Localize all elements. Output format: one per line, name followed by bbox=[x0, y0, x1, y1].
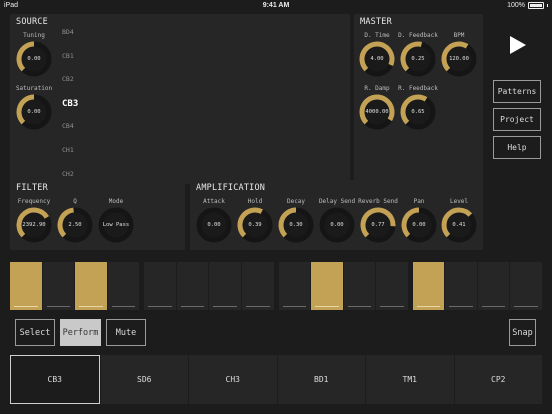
track-bd1[interactable]: BD1 bbox=[277, 355, 365, 404]
patterns-button[interactable]: Patterns bbox=[493, 80, 541, 103]
filter-title: FILTER bbox=[16, 183, 48, 193]
knob-label: BPM bbox=[453, 32, 465, 39]
track-cp2[interactable]: CP2 bbox=[454, 355, 542, 404]
step-pad[interactable] bbox=[241, 262, 274, 310]
step-pad[interactable] bbox=[343, 262, 376, 310]
channel-list: BD4 CB1 CB2 CB3 CB4 CH1 CH2 bbox=[62, 28, 102, 193]
step-marker bbox=[14, 306, 38, 307]
select-button[interactable]: Select bbox=[15, 319, 55, 346]
step-marker bbox=[79, 306, 103, 307]
mute-button[interactable]: Mute bbox=[106, 319, 146, 346]
status-bar: iPad 9:41 AM 100% bbox=[0, 0, 552, 11]
help-button[interactable]: Help bbox=[493, 136, 541, 159]
knob-value: 120.00 bbox=[449, 56, 469, 62]
step-pad[interactable] bbox=[445, 262, 477, 310]
knob-tuning[interactable]: Tuning 0.00 bbox=[0, 31, 69, 77]
step-marker bbox=[46, 306, 71, 307]
knob-label: Saturation bbox=[15, 85, 53, 92]
step-marker bbox=[245, 306, 270, 307]
step-pad[interactable] bbox=[176, 262, 209, 310]
step-marker bbox=[481, 306, 506, 307]
channel-item[interactable]: CB3 bbox=[62, 99, 102, 123]
amplification-title: AMPLIFICATION bbox=[196, 183, 266, 193]
step-marker bbox=[514, 306, 538, 307]
step-sequencer bbox=[10, 262, 542, 310]
play-icon[interactable] bbox=[510, 36, 526, 54]
track-selector: CB3 SD6 CH3 BD1 TM1 CP2 bbox=[10, 355, 542, 404]
track-cb3[interactable]: CB3 bbox=[10, 355, 100, 404]
step-pad[interactable] bbox=[209, 262, 241, 310]
knob-level[interactable]: Level 0.41 bbox=[424, 197, 494, 243]
knob-label: Tuning bbox=[23, 32, 45, 39]
step-marker bbox=[347, 306, 372, 307]
channel-item[interactable]: CB2 bbox=[62, 75, 102, 99]
step-marker bbox=[380, 306, 404, 307]
clock: 9:41 AM bbox=[262, 2, 290, 9]
battery-status: 100% bbox=[507, 2, 548, 9]
battery-tip-icon bbox=[547, 4, 548, 7]
step-pad[interactable] bbox=[10, 262, 42, 310]
step-marker bbox=[416, 306, 441, 307]
step-marker bbox=[148, 306, 172, 307]
step-pad[interactable] bbox=[75, 262, 107, 310]
track-tm1[interactable]: TM1 bbox=[366, 355, 454, 404]
knob-mode[interactable]: Mode Low Pass bbox=[81, 197, 151, 243]
knob-bpm[interactable]: BPM 120.00 bbox=[424, 31, 494, 77]
battery-icon bbox=[528, 2, 544, 9]
step-pad[interactable] bbox=[144, 262, 176, 310]
step-pad[interactable] bbox=[311, 262, 343, 310]
master-title: MASTER bbox=[360, 17, 392, 27]
knob-saturation[interactable]: Saturation 0.00 bbox=[0, 84, 69, 130]
knob-value: 0.65 bbox=[411, 109, 425, 115]
step-group-divider bbox=[408, 262, 412, 310]
snap-button[interactable]: Snap bbox=[509, 319, 536, 346]
track-sd6[interactable]: SD6 bbox=[100, 355, 188, 404]
step-pad[interactable] bbox=[510, 262, 542, 310]
knob-r-feedback[interactable]: R. Feedback 0.65 bbox=[383, 84, 453, 130]
project-button[interactable]: Project bbox=[493, 108, 541, 131]
knob-value: 0.00 bbox=[27, 56, 41, 62]
channel-item[interactable]: CH1 bbox=[62, 146, 102, 170]
knob-label: R. Feedback bbox=[398, 85, 438, 92]
step-group-divider bbox=[274, 262, 278, 310]
step-pad[interactable] bbox=[42, 262, 75, 310]
channel-item[interactable]: BD4 bbox=[62, 28, 102, 52]
step-marker bbox=[180, 306, 205, 307]
step-marker bbox=[111, 306, 136, 307]
source-title: SOURCE bbox=[16, 17, 48, 27]
perform-button[interactable]: Perform bbox=[60, 319, 101, 346]
knob-label: Level bbox=[449, 198, 469, 205]
step-pad[interactable] bbox=[412, 262, 445, 310]
battery-percent: 100% bbox=[507, 2, 525, 9]
knob-value: 0.41 bbox=[452, 222, 466, 228]
step-pad[interactable] bbox=[477, 262, 510, 310]
channel-item[interactable]: CB4 bbox=[62, 122, 102, 146]
step-group-divider bbox=[140, 262, 144, 310]
step-pad[interactable] bbox=[376, 262, 408, 310]
step-marker bbox=[213, 306, 237, 307]
step-pad[interactable] bbox=[107, 262, 140, 310]
step-marker bbox=[315, 306, 339, 307]
channel-item[interactable]: CB1 bbox=[62, 52, 102, 76]
step-pad[interactable] bbox=[278, 262, 311, 310]
step-marker bbox=[282, 306, 307, 307]
step-marker bbox=[449, 306, 473, 307]
knob-value: 0.00 bbox=[27, 109, 41, 115]
knob-value: Low Pass bbox=[102, 222, 130, 228]
knob-label: Mode bbox=[108, 198, 124, 205]
track-ch3[interactable]: CH3 bbox=[189, 355, 277, 404]
